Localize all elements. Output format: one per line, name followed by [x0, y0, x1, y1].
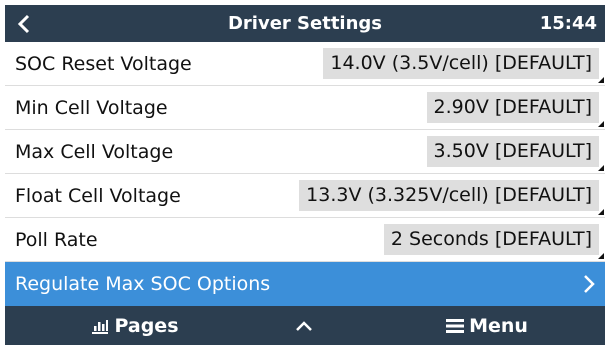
setting-value[interactable]: 3.50V [DEFAULT] [426, 136, 599, 167]
submenu-regulate-max-soc[interactable]: Regulate Max SOC Options [5, 262, 605, 306]
setting-label: Max Cell Voltage [15, 141, 174, 163]
setting-row-poll-rate[interactable]: Poll Rate 2 Seconds [DEFAULT] [5, 218, 605, 262]
edit-marker-icon [598, 165, 604, 171]
menu-label: Menu [469, 314, 528, 337]
setting-row-soc-reset-voltage[interactable]: SOC Reset Voltage 14.0V (3.5V/cell) [DEF… [5, 42, 605, 86]
setting-label: SOC Reset Voltage [15, 53, 192, 75]
setting-value[interactable]: 13.3V (3.325V/cell) [DEFAULT] [299, 180, 599, 211]
app-window: Driver Settings 15:44 SOC Reset Voltage … [5, 5, 605, 345]
setting-label: Poll Rate [15, 229, 98, 251]
footer-bar: Pages Menu [5, 306, 605, 345]
setting-value[interactable]: 2 Seconds [DEFAULT] [383, 224, 599, 255]
edit-marker-icon [598, 209, 604, 215]
setting-label: Float Cell Voltage [15, 185, 181, 207]
header-bar: Driver Settings 15:44 [5, 5, 605, 42]
setting-row-float-cell-voltage[interactable]: Float Cell Voltage 13.3V (3.325V/cell) [… [5, 174, 605, 218]
settings-list: SOC Reset Voltage 14.0V (3.5V/cell) [DEF… [5, 42, 605, 262]
menu-button[interactable]: Menu [437, 306, 537, 345]
page-title: Driver Settings [227, 13, 383, 34]
hamburger-icon [446, 318, 465, 333]
setting-label: Min Cell Voltage [15, 97, 168, 119]
setting-value[interactable]: 2.90V [DEFAULT] [426, 92, 599, 123]
setting-row-min-cell-voltage[interactable]: Min Cell Voltage 2.90V [DEFAULT] [5, 86, 605, 130]
pages-button[interactable]: Pages [85, 306, 185, 345]
chevron-right-icon [584, 275, 595, 293]
scroll-up-button[interactable] [291, 306, 321, 345]
chevron-up-icon [295, 320, 312, 331]
clock: 15:44 [539, 13, 597, 34]
setting-value[interactable]: 14.0V (3.5V/cell) [DEFAULT] [323, 48, 599, 79]
pages-label: Pages [114, 314, 179, 337]
edit-marker-icon [598, 77, 604, 83]
bar-chart-icon [92, 319, 109, 334]
submenu-label: Regulate Max SOC Options [15, 273, 271, 295]
edit-marker-icon [598, 121, 604, 127]
setting-row-max-cell-voltage[interactable]: Max Cell Voltage 3.50V [DEFAULT] [5, 130, 605, 174]
edit-marker-icon [598, 253, 604, 259]
